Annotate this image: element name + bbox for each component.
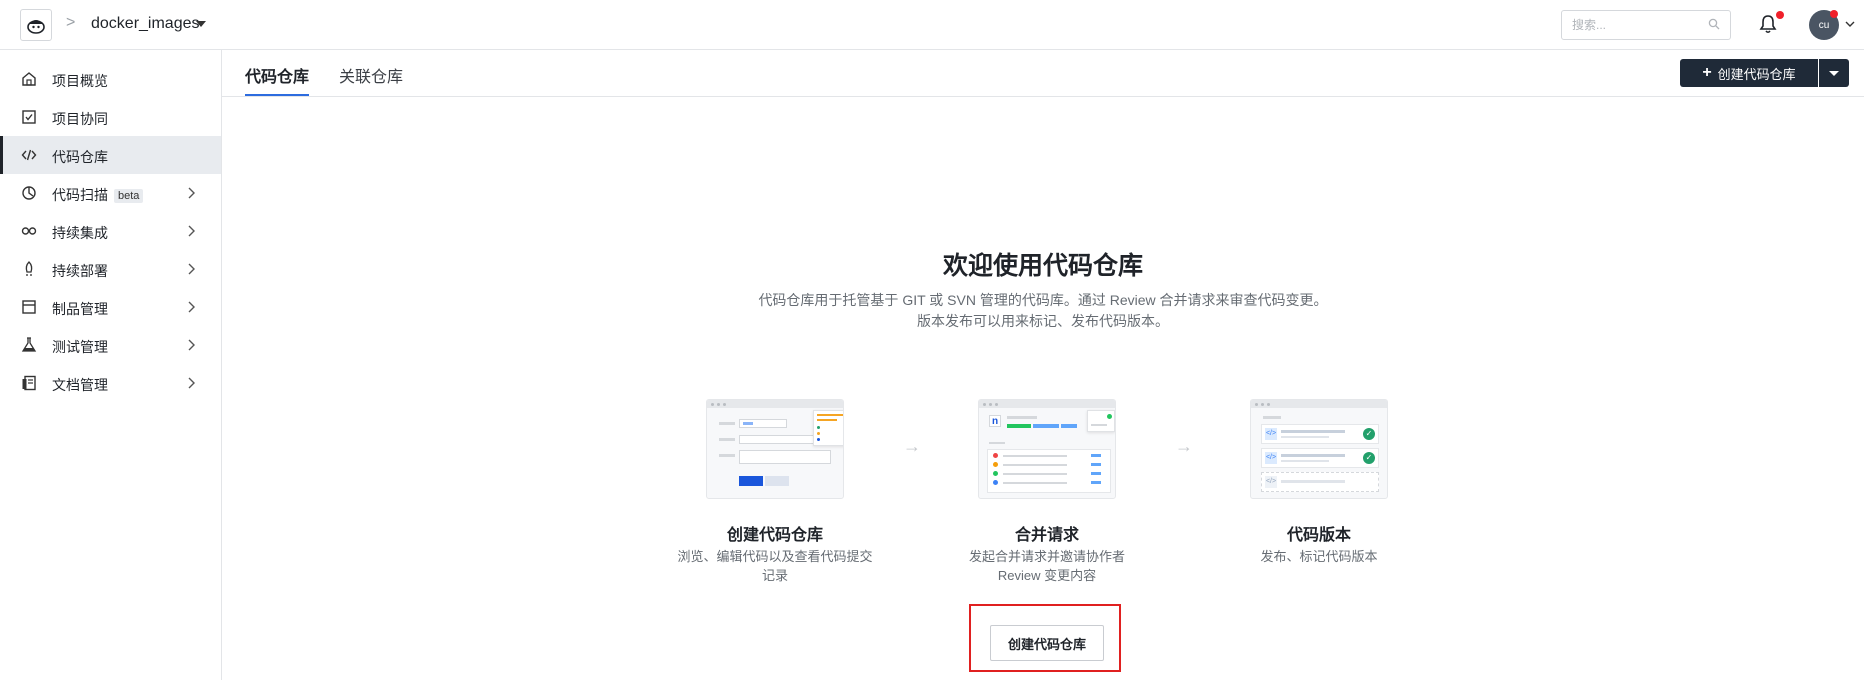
feature-title: 代码版本: [1286, 527, 1351, 544]
welcome-description-line: 代码仓库用于托管基于 GIT 或 SVN 管理的代码库。通过 Review 合并…: [758, 292, 1328, 308]
plus-icon: +: [1702, 64, 1712, 81]
create-repository-cta-button[interactable]: 创建代码仓库: [990, 625, 1104, 661]
chevron-right-icon[interactable]: [187, 263, 195, 275]
sidebar-item-artifacts[interactable]: 制品管理: [0, 288, 221, 326]
sidebar-item-repositories[interactable]: 代码仓库: [0, 136, 221, 174]
search-input[interactable]: [1561, 10, 1731, 40]
package-icon: [21, 299, 37, 315]
feature-title: 创建代码仓库: [726, 527, 823, 544]
create-dropdown-toggle[interactable]: [1819, 59, 1849, 87]
sidebar: 项目概览 项目协同 代码仓库 代码扫描 beta 持续集成 持续部署 制品管理 …: [0, 50, 222, 680]
sidebar-item-label: 代码扫描 beta: [52, 185, 144, 205]
feature-description-line: Review 变更内容: [997, 568, 1097, 583]
sidebar-item-docs[interactable]: 文档管理: [0, 364, 221, 402]
arrow-right-icon: →: [903, 436, 921, 456]
sidebar-item-label: 制品管理: [52, 301, 108, 317]
chevron-right-icon[interactable]: [187, 301, 195, 313]
chevron-right-icon[interactable]: [187, 187, 195, 199]
chevron-right-icon[interactable]: [187, 339, 195, 351]
app-logo[interactable]: [20, 9, 52, 41]
notification-dot: [1776, 11, 1784, 19]
sidebar-item-testing[interactable]: 测试管理: [0, 326, 221, 364]
feature-description: 浏览、编辑代码以及查看代码提交 记录: [665, 547, 885, 585]
code-icon: [21, 147, 37, 163]
infinity-icon: [21, 223, 37, 239]
code-version-illustration: </> ✓ </> ✓ </>: [1250, 399, 1388, 499]
home-icon: [21, 71, 37, 87]
sidebar-item-cd[interactable]: 持续部署: [0, 250, 221, 288]
rocket-icon: [21, 261, 37, 277]
feature-description-line: 发起合并请求并邀请协作者: [968, 549, 1125, 564]
create-repository-button[interactable]: + 创建代码仓库: [1680, 59, 1818, 87]
merge-request-illustration: n: [978, 399, 1116, 499]
feature-description-line: 浏览、编辑代码以及查看代码提交: [677, 549, 873, 564]
create-repository-label: 创建代码仓库: [1717, 66, 1796, 82]
sidebar-item-label: 持续部署: [52, 263, 108, 279]
chevron-down-icon[interactable]: [196, 21, 206, 27]
logo-icon: [27, 20, 45, 34]
bell-icon[interactable]: [1759, 14, 1777, 34]
sidebar-item-label: 项目协同: [52, 111, 108, 127]
sidebar-item-label: 文档管理: [52, 377, 108, 393]
sidebar-item-ci[interactable]: 持续集成: [0, 212, 221, 250]
top-bar: > docker_images cu: [0, 0, 1864, 50]
chevron-right-icon[interactable]: [187, 225, 195, 237]
sidebar-item-overview[interactable]: 项目概览: [0, 60, 221, 98]
project-name[interactable]: docker_images: [91, 15, 200, 33]
chevron-right-icon[interactable]: [187, 377, 195, 389]
sidebar-item-label: 测试管理: [52, 339, 108, 355]
arrow-right-icon: →: [1175, 436, 1193, 456]
welcome-description-line: 版本发布可以用来标记、发布代码版本。: [917, 313, 1169, 329]
tab-bar: 代码仓库 关联仓库: [222, 50, 1864, 97]
tab-repositories[interactable]: 代码仓库: [245, 63, 309, 87]
scan-icon: [21, 185, 37, 201]
active-tab-indicator: [245, 94, 309, 96]
document-icon: [21, 375, 37, 391]
chevron-down-icon[interactable]: [1845, 20, 1855, 28]
breadcrumb-separator: >: [66, 14, 76, 31]
feature-description-line: 记录: [761, 568, 788, 583]
beta-badge: beta: [114, 189, 144, 203]
create-repository-illustration: [706, 399, 844, 499]
sidebar-item-code-scan[interactable]: 代码扫描 beta: [0, 174, 221, 212]
sidebar-item-label: 项目概览: [52, 73, 108, 89]
flask-icon: [21, 337, 37, 353]
tab-linked-repositories[interactable]: 关联仓库: [339, 63, 403, 87]
feature-description: 发布、标记代码版本: [1209, 547, 1429, 566]
caret-down-icon: [1829, 70, 1839, 76]
avatar-notification-dot: [1830, 10, 1838, 18]
feature-description-line: 发布、标记代码版本: [1260, 549, 1378, 564]
checkbox-icon: [21, 109, 37, 125]
search-icon[interactable]: [1708, 18, 1720, 30]
feature-description: 发起合并请求并邀请协作者 Review 变更内容: [937, 547, 1157, 585]
sidebar-item-collaboration[interactable]: 项目协同: [0, 98, 221, 136]
sidebar-item-label: 持续集成: [52, 225, 108, 241]
sidebar-item-label: 代码仓库: [52, 149, 108, 165]
welcome-description: 代码仓库用于托管基于 GIT 或 SVN 管理的代码库。通过 Review 合并…: [222, 290, 1864, 332]
feature-title: 合并请求: [1014, 527, 1079, 544]
welcome-title: 欢迎使用代码仓库: [942, 252, 1143, 280]
